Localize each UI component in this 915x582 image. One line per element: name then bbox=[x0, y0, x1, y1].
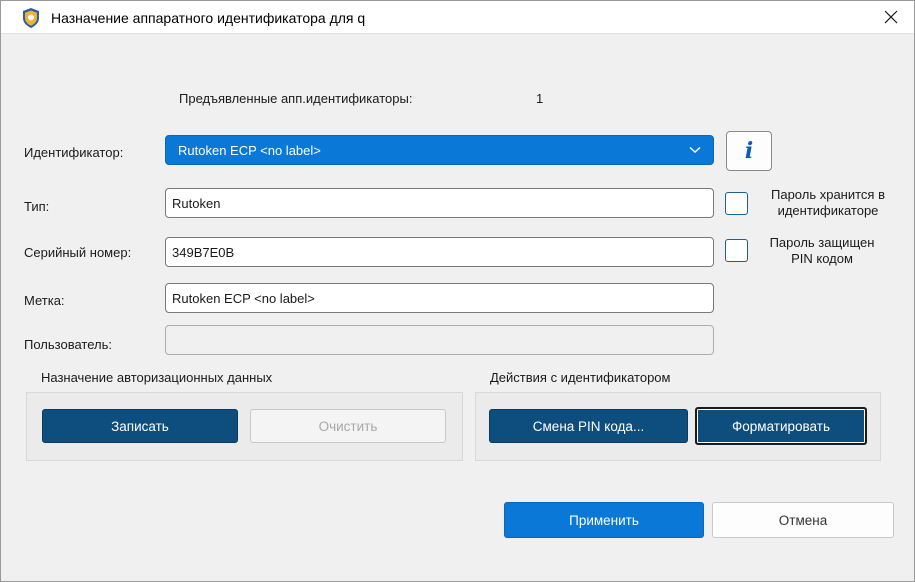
info-button[interactable]: i bbox=[726, 131, 772, 171]
close-button[interactable] bbox=[868, 1, 914, 33]
password-pin-label: Пароль защищен PIN кодом bbox=[747, 235, 897, 267]
password-stored-label-line2: идентификаторе bbox=[777, 203, 879, 218]
password-pin-checkbox[interactable] bbox=[725, 239, 748, 262]
presented-label: Предъявленные апп.идентификаторы: bbox=[179, 91, 413, 106]
password-stored-label: Пароль хранится в идентификаторе bbox=[753, 187, 903, 219]
shield-icon bbox=[23, 8, 39, 28]
auth-group-title: Назначение авторизационных данных bbox=[41, 370, 273, 385]
format-button[interactable]: Форматировать bbox=[695, 407, 867, 445]
identifier-select-value: Rutoken ECP <no label> bbox=[178, 142, 321, 158]
dialog-window: Назначение аппаратного идентификатора дл… bbox=[0, 0, 915, 582]
clear-button[interactable]: Очистить bbox=[250, 409, 446, 443]
identifier-label: Идентификатор: bbox=[24, 145, 124, 160]
window-title: Назначение аппаратного идентификатора дл… bbox=[51, 10, 366, 26]
mark-value: Rutoken ECP <no label> bbox=[172, 290, 315, 306]
presented-count: 1 bbox=[536, 91, 544, 106]
serial-label: Серийный номер: bbox=[24, 245, 132, 260]
close-icon bbox=[884, 10, 898, 24]
change-pin-button[interactable]: Смена PIN кода... bbox=[489, 409, 688, 443]
identifier-select[interactable]: Rutoken ECP <no label> bbox=[165, 135, 714, 165]
type-field[interactable]: Rutoken bbox=[165, 188, 714, 218]
password-pin-label-line1: Пароль защищен bbox=[769, 235, 875, 250]
password-stored-label-line1: Пароль хранится в bbox=[771, 187, 885, 202]
mark-field[interactable]: Rutoken ECP <no label> bbox=[165, 283, 714, 313]
type-label: Тип: bbox=[24, 199, 50, 214]
user-field[interactable] bbox=[165, 325, 714, 355]
actions-group-title: Действия с идентификатором bbox=[490, 370, 671, 385]
serial-field[interactable]: 349B7E0B bbox=[165, 237, 714, 267]
password-stored-checkbox[interactable] bbox=[725, 192, 748, 215]
actions-group: Смена PIN кода... Форматировать bbox=[475, 392, 881, 461]
user-label: Пользователь: bbox=[24, 337, 112, 352]
mark-label: Метка: bbox=[24, 293, 65, 308]
apply-button[interactable]: Применить bbox=[504, 502, 704, 538]
serial-value: 349B7E0B bbox=[172, 244, 235, 260]
write-button[interactable]: Записать bbox=[42, 409, 238, 443]
title-bar: Назначение аппаратного идентификатора дл… bbox=[1, 1, 914, 34]
chevron-down-icon bbox=[689, 146, 701, 153]
type-value: Rutoken bbox=[172, 195, 221, 211]
info-icon: i bbox=[744, 138, 754, 164]
password-pin-label-line2: PIN кодом bbox=[791, 251, 853, 266]
auth-group: Записать Очистить bbox=[26, 392, 463, 461]
cancel-button[interactable]: Отмена bbox=[712, 502, 894, 538]
